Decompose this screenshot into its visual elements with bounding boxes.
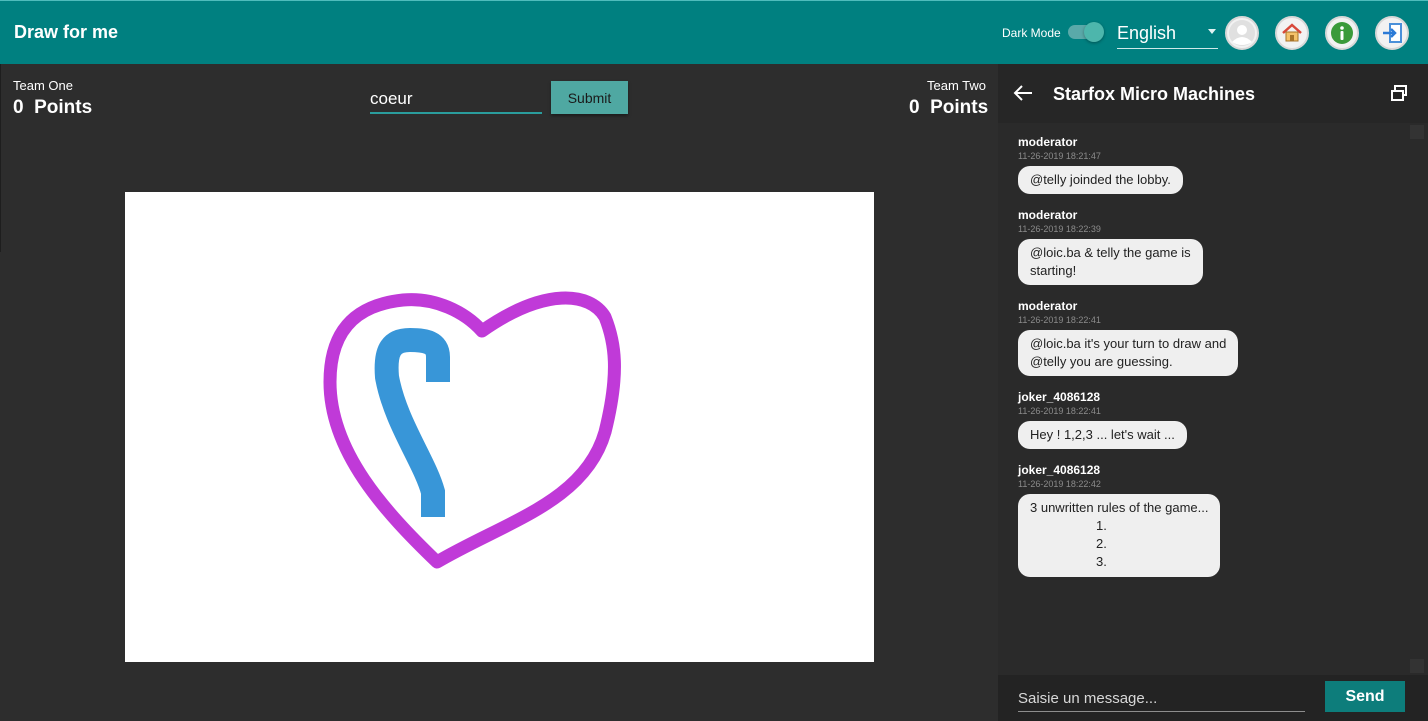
- chevron-down-icon: [1208, 29, 1216, 34]
- message-line: @telly you are guessing.: [1030, 354, 1173, 369]
- message-line: @loic.ba & telly the game is: [1030, 245, 1191, 260]
- logout-icon: [1383, 23, 1402, 43]
- language-value: English: [1117, 23, 1177, 43]
- candy-cane-stroke: [374, 327, 450, 517]
- dark-mode-toggle[interactable]: [1068, 22, 1104, 42]
- message-line: @loic.ba it's your turn to draw and: [1030, 336, 1227, 351]
- submit-button[interactable]: Submit: [551, 81, 628, 114]
- message-line: starting!: [1030, 263, 1077, 278]
- heart-stroke: [323, 291, 621, 569]
- message-time: 11-26-2019 18:22:41: [1018, 315, 1101, 325]
- message-line: 3 unwritten rules of the game...: [1030, 500, 1209, 515]
- team-one-points: 0 Points: [13, 97, 93, 118]
- message-time: 11-26-2019 18:22:42: [1018, 479, 1101, 489]
- chat-header: Starfox Micro Machines: [998, 64, 1428, 123]
- chat-scrollbar[interactable]: [1408, 123, 1428, 675]
- team-two-label: Team Two: [926, 78, 986, 93]
- back-arrow-icon[interactable]: [1012, 82, 1034, 104]
- drawing-canvas[interactable]: [125, 192, 874, 662]
- message-author: joker_4086128: [1018, 463, 1101, 477]
- message-bubble: @loic.ba it's your turn to draw and @tel…: [1018, 330, 1239, 376]
- avatar-button[interactable]: [1225, 16, 1259, 50]
- send-button[interactable]: Send: [1325, 681, 1405, 712]
- message-bubble: @telly joinded the lobby.: [1018, 166, 1183, 194]
- app-title: Draw for me: [14, 22, 119, 42]
- team-one-score: Team One 0 Points: [13, 78, 92, 119]
- toggle-knob[interactable]: [1084, 22, 1104, 42]
- guess-input[interactable]: [370, 86, 542, 114]
- list-item: 1.: [1096, 518, 1107, 533]
- list-item: 2.: [1096, 536, 1107, 551]
- team-one-label: Team One: [13, 78, 73, 93]
- message-bubble: Hey ! 1,2,3 ... let's wait ...: [1018, 421, 1187, 449]
- home-icon: [1282, 23, 1302, 42]
- dark-mode-label: Dark Mode: [1002, 26, 1061, 40]
- message-author: moderator: [1018, 208, 1078, 222]
- drawing-svg: [323, 291, 621, 569]
- chat-message: joker_4086128 11-26-2019 18:22:42 3 unwr…: [1018, 463, 1221, 577]
- avatar-icon: [1229, 20, 1255, 46]
- message-bubble: 3 unwritten rules of the game... 1. 2. 3…: [1018, 494, 1221, 577]
- chat-title: Starfox Micro Machines: [1053, 84, 1256, 104]
- info-icon: [1331, 22, 1353, 44]
- message-list[interactable]: moderator 11-26-2019 18:21:47 @telly joi…: [998, 123, 1408, 675]
- chat-message: moderator 11-26-2019 18:22:39 @loic.ba &…: [1018, 208, 1203, 285]
- home-button[interactable]: [1275, 16, 1309, 50]
- info-button[interactable]: [1325, 16, 1359, 50]
- chat-message: joker_4086128 11-26-2019 18:22:41 Hey ! …: [1018, 390, 1187, 449]
- message-author: moderator: [1018, 135, 1078, 149]
- chat-message: moderator 11-26-2019 18:21:47 @telly joi…: [1018, 135, 1183, 194]
- list-item: 3.: [1096, 554, 1107, 569]
- logout-button[interactable]: [1375, 16, 1409, 50]
- popout-window-icon[interactable]: [1390, 84, 1408, 102]
- message-input[interactable]: [1018, 686, 1305, 712]
- top-bar: Draw for me Dark Mode English: [0, 0, 1428, 64]
- message-time: 11-26-2019 18:21:47: [1018, 151, 1101, 161]
- message-time: 11-26-2019 18:22:41: [1018, 406, 1101, 416]
- chat-message: moderator 11-26-2019 18:22:41 @loic.ba i…: [1018, 299, 1239, 376]
- message-bubble: @loic.ba & telly the game is starting!: [1018, 239, 1203, 285]
- scroll-up-icon[interactable]: [1410, 125, 1424, 139]
- divider: [0, 64, 1, 252]
- team-two-score: Team Two 0 Points: [909, 78, 989, 119]
- chat-panel: Starfox Micro Machines moderator 11-26-2…: [998, 64, 1428, 721]
- scroll-down-icon[interactable]: [1410, 659, 1424, 673]
- message-author: joker_4086128: [1018, 390, 1101, 404]
- message-author: moderator: [1018, 299, 1078, 313]
- message-time: 11-26-2019 18:22:39: [1018, 224, 1101, 234]
- team-two-points: 0 Points: [909, 97, 989, 118]
- language-select[interactable]: English: [1117, 19, 1218, 49]
